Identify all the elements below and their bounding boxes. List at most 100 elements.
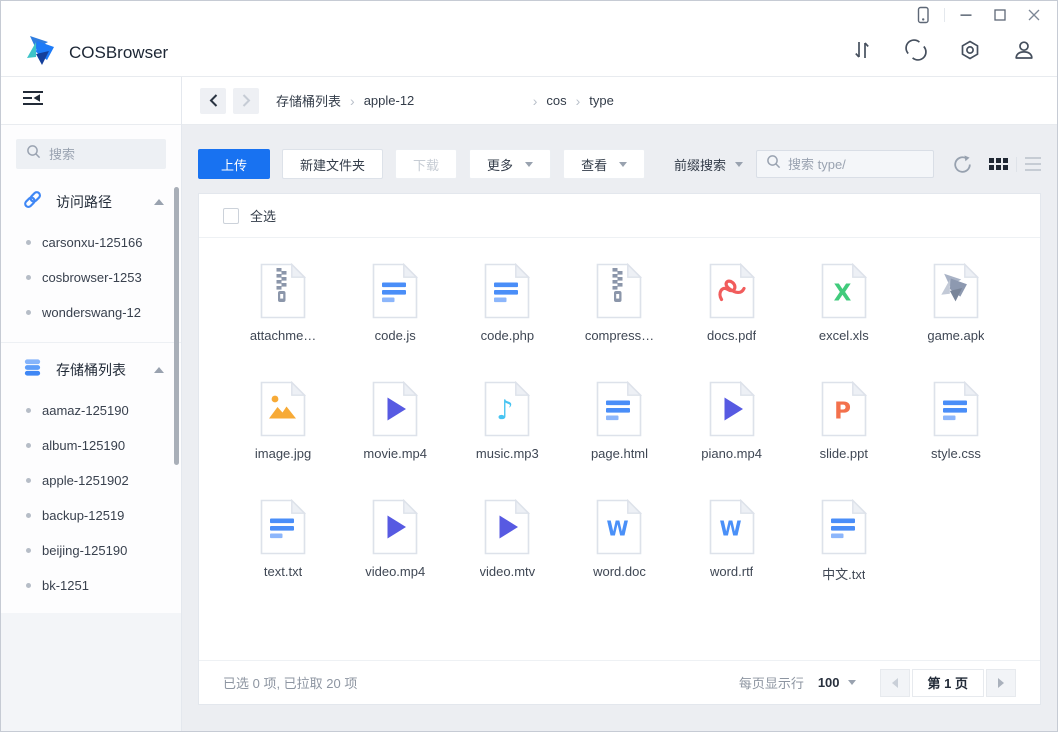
file-item[interactable]: text.txt [227,499,339,583]
transfer-icon[interactable] [851,39,873,66]
file-item[interactable]: code.js [339,263,451,343]
minimize-button[interactable] [949,3,983,27]
file-item[interactable]: code.php [451,263,563,343]
current-page: 第 1 页 [912,669,984,697]
bullet-icon [26,478,31,483]
pagination: 第 1 页 [880,669,1016,697]
file-item[interactable]: style.css [900,381,1012,461]
collapse-caret-icon[interactable] [154,199,164,205]
file-item[interactable]: 中文.txt [788,499,900,583]
file-item[interactable]: game.apk [900,263,1012,343]
breadcrumb-item[interactable]: cos [546,93,566,108]
sidebar-item[interactable]: beijing-125190 [1,533,181,568]
file-item[interactable]: movie.mp4 [339,381,451,461]
sidebar-divider [1,342,181,343]
file-grid: attachme… code.js code.php [199,238,1040,660]
list-view-icon[interactable] [1025,157,1041,172]
breadcrumb-item[interactable]: apple-12 [364,93,524,108]
svg-text:♪: ♪ [497,395,514,426]
settings-icon[interactable] [959,39,981,66]
file-name: video.mp4 [365,564,425,579]
file-item[interactable]: W word.doc [563,499,675,583]
mobile-icon[interactable] [906,3,940,27]
sidebar-search-input[interactable] [49,147,156,162]
file-item[interactable]: image.jpg [227,381,339,461]
file-name: word.rtf [710,564,753,579]
sidebar-item[interactable]: wonderswang-12 [1,295,181,330]
file-name: video.mtv [480,564,536,579]
sidebar-item[interactable]: apple-1251902 [1,463,181,498]
file-icon-audio: ♪ [484,381,530,437]
prev-page-button[interactable] [880,669,910,697]
file-item[interactable]: video.mp4 [339,499,451,583]
sidebar-item[interactable]: carsonxu-125166 [1,225,181,260]
file-icon-text [821,499,867,555]
breadcrumb: 存储桶列表 › apple-12 › cos › type [276,91,614,110]
select-all-label: 全选 [250,206,276,225]
titlebar [1,1,1057,29]
next-page-button[interactable] [986,669,1016,697]
file-icon-video [709,381,755,437]
collapse-caret-icon[interactable] [154,367,164,373]
sidebar-item[interactable]: backup-12519 [1,498,181,533]
sidebar-item[interactable]: bk-1251 [1,568,181,603]
file-icon-text [372,263,418,319]
rows-per-page-label: 每页显示行 [739,673,804,692]
sidebar-item[interactable]: album-125190 [1,428,181,463]
breadcrumb-bar: 存储桶列表 › apple-12 › cos › type [182,77,1057,125]
file-item[interactable]: attachme… [227,263,339,343]
file-icon-image [260,381,306,437]
app-header: COSBrowser [1,29,1057,77]
file-item[interactable]: W word.rtf [676,499,788,583]
file-icon-video [372,499,418,555]
file-item[interactable]: docs.pdf [676,263,788,343]
grid-view-icon[interactable] [989,158,1008,170]
sidebar-search[interactable] [16,139,166,169]
section-access-paths[interactable]: 访问路径 [1,181,181,223]
select-all-checkbox[interactable] [223,208,239,224]
file-item[interactable]: X excel.xls [788,263,900,343]
file-name: page.html [591,446,648,461]
prefix-search-dropdown[interactable]: 前缀搜索 [674,155,743,174]
user-icon[interactable] [1013,39,1035,66]
section-label: 访问路径 [56,192,112,212]
bullet-icon [26,443,31,448]
breadcrumb-item[interactable]: type [589,93,614,108]
bullet-icon [26,408,31,413]
breadcrumb-item[interactable]: 存储桶列表 [276,91,341,110]
file-item[interactable]: P slide.ppt [788,381,900,461]
view-button[interactable]: 查看 [563,149,645,179]
file-icon-video [372,381,418,437]
dropdown-caret-icon[interactable] [848,680,856,685]
svg-text:P: P [834,399,851,425]
sidebar-collapse-icon[interactable] [22,90,44,111]
refresh-icon[interactable] [953,155,972,174]
sidebar-scrollbar[interactable] [174,187,179,465]
file-icon-ppt: P [821,381,867,437]
forward-button[interactable] [233,88,259,114]
sync-icon[interactable] [905,39,927,66]
file-item[interactable]: piano.mp4 [676,381,788,461]
svg-text:X: X [833,281,851,307]
rows-per-page-value[interactable]: 100 [818,675,840,690]
new-folder-button[interactable]: 新建文件夹 [282,149,383,179]
file-item[interactable]: compress… [563,263,675,343]
more-button[interactable]: 更多 [469,149,551,179]
bullet-icon [26,513,31,518]
upload-button[interactable]: 上传 [198,149,270,179]
back-button[interactable] [200,88,226,114]
file-item[interactable]: video.mtv [451,499,563,583]
file-item[interactable]: page.html [563,381,675,461]
close-button[interactable] [1017,3,1051,27]
file-search[interactable] [756,150,934,178]
sidebar-item[interactable]: aamaz-125190 [1,393,181,428]
download-button[interactable]: 下载 [395,149,457,179]
sidebar-item[interactable]: cosbrowser-1253 [1,260,181,295]
file-search-input[interactable] [788,157,924,172]
file-item[interactable]: ♪ music.mp3 [451,381,563,461]
section-bucket-list[interactable]: 存储桶列表 [1,349,181,391]
dropdown-caret-icon [525,162,533,167]
maximize-button[interactable] [983,3,1017,27]
dropdown-caret-icon [735,162,743,167]
file-name: code.js [375,328,416,343]
